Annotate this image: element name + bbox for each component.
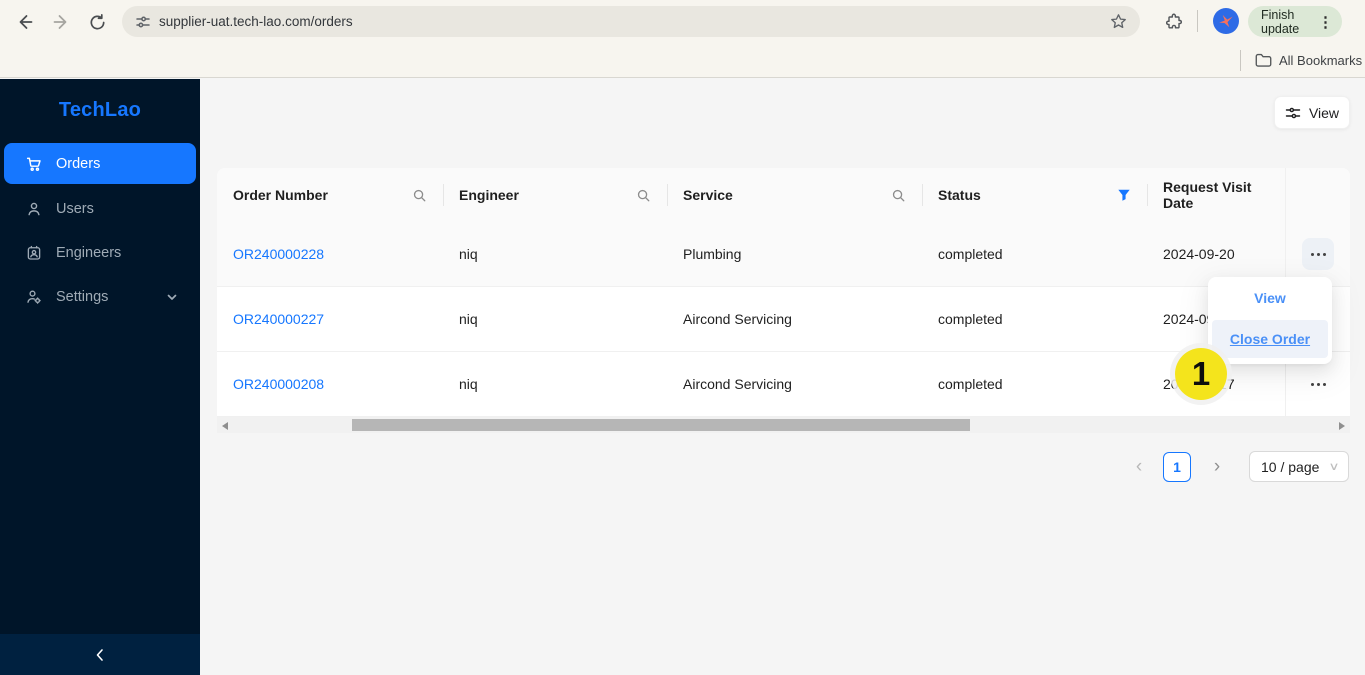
browser-back-button[interactable]: [12, 10, 36, 34]
header-separator: [922, 184, 923, 206]
annotation-badge-number: 1: [1191, 355, 1211, 392]
sidebar-item-orders[interactable]: Orders: [4, 143, 196, 184]
search-icon[interactable]: [636, 188, 651, 203]
dropdown-item-view[interactable]: View: [1212, 282, 1328, 314]
ellipsis-icon: [1310, 382, 1314, 386]
finish-update-label: Finish update: [1261, 7, 1300, 36]
bookmarks-separator: [1240, 50, 1241, 71]
engineer-cell: niq: [459, 311, 478, 327]
status-cell: completed: [938, 311, 1003, 327]
reload-icon: [89, 13, 105, 30]
column-header-service[interactable]: Service: [667, 168, 922, 222]
back-arrow-icon: [19, 15, 33, 29]
table-row[interactable]: OR240000228 niq Plumbing completed 2024-…: [217, 222, 1350, 287]
sidebar-item-label: Users: [56, 200, 94, 217]
sidebar-item-engineers[interactable]: Engineers: [4, 232, 196, 273]
scrollbar-thumb[interactable]: [352, 419, 970, 431]
view-columns-button[interactable]: View: [1274, 96, 1350, 129]
column-header-actions: [1285, 168, 1350, 222]
view-button-label: View: [1308, 104, 1340, 121]
extensions-button[interactable]: [1162, 10, 1186, 34]
status-cell: completed: [938, 376, 1003, 392]
table-row[interactable]: OR240000227 niq Aircond Servicing comple…: [217, 287, 1350, 352]
forward-arrow-icon: [53, 15, 67, 29]
status-cell: completed: [938, 246, 1003, 262]
site-settings-icon[interactable]: [135, 14, 151, 30]
page-size-select[interactable]: 10 / page ∨: [1249, 451, 1349, 482]
browser-toolbar: supplier-uat.tech-lao.com/orders Finish …: [0, 0, 1365, 78]
page-size-value: 10 / page: [1261, 458, 1320, 475]
ellipsis-icon: [1310, 252, 1314, 256]
orders-table: Order Number Engineer Service Status Req…: [217, 168, 1350, 433]
service-cell: Aircond Servicing: [683, 376, 792, 392]
scroll-right-arrow-icon[interactable]: [1339, 422, 1345, 430]
id-badge-icon: [25, 244, 43, 262]
engineer-cell: niq: [459, 376, 478, 392]
user-icon: [25, 200, 43, 218]
user-gear-icon: [25, 288, 43, 306]
row-actions-button[interactable]: [1302, 368, 1334, 400]
column-header-engineer[interactable]: Engineer: [443, 168, 667, 222]
service-cell: Aircond Servicing: [683, 311, 792, 327]
annotation-badge: 1: [1175, 348, 1227, 400]
column-header-request-visit-date[interactable]: Request Visit Date: [1147, 168, 1285, 222]
column-header-status[interactable]: Status: [922, 168, 1147, 222]
app-logo[interactable]: TechLao: [0, 99, 200, 122]
main-content: View Order Number Engineer Service Statu…: [200, 79, 1365, 675]
chrome-menu-icon[interactable]: ⋮: [1318, 13, 1333, 31]
all-bookmarks-button[interactable]: All Bookmarks: [1279, 53, 1362, 68]
browser-forward-button[interactable]: [50, 10, 74, 34]
chevron-left-icon: [96, 648, 103, 661]
sidebar-item-users[interactable]: Users: [4, 188, 196, 229]
table-header-row: Order Number Engineer Service Status Req…: [217, 168, 1350, 222]
bookmark-star-icon[interactable]: [1109, 12, 1128, 36]
engineer-cell: niq: [459, 246, 478, 262]
order-number-link[interactable]: OR240000227: [233, 311, 324, 327]
horizontal-scrollbar[interactable]: [217, 417, 1350, 433]
header-separator: [1147, 184, 1148, 206]
sidebar-item-settings[interactable]: Settings: [4, 276, 196, 317]
header-separator: [667, 184, 668, 206]
url-text[interactable]: supplier-uat.tech-lao.com/orders: [159, 14, 353, 29]
puzzle-icon: [1166, 13, 1182, 29]
sliders-icon: [1285, 107, 1301, 118]
filter-icon[interactable]: [1117, 188, 1131, 202]
header-separator: [443, 184, 444, 206]
search-icon[interactable]: [891, 188, 906, 203]
pagination-next-button[interactable]: ›: [1205, 452, 1229, 482]
order-number-link[interactable]: OR240000208: [233, 376, 324, 392]
folder-icon: [1255, 53, 1272, 73]
browser-reload-button[interactable]: [85, 10, 109, 34]
profile-avatar[interactable]: [1213, 8, 1239, 34]
address-bar[interactable]: supplier-uat.tech-lao.com/orders: [122, 6, 1140, 37]
column-header-order-number[interactable]: Order Number: [217, 168, 443, 222]
pagination-prev-button[interactable]: ‹: [1127, 452, 1151, 482]
row-actions-dropdown: View Close Order: [1208, 277, 1332, 364]
bookmarks-bar: All Bookmarks: [0, 44, 1365, 78]
sidebar-item-label: Orders: [56, 155, 101, 172]
row-actions-button[interactable]: [1302, 238, 1334, 270]
pagination-page-1[interactable]: 1: [1163, 452, 1191, 482]
avatar-logo-shape: [1219, 14, 1233, 28]
cart-icon: [25, 155, 43, 173]
order-number-link[interactable]: OR240000228: [233, 246, 324, 262]
screen: supplier-uat.tech-lao.com/orders Finish …: [0, 0, 1365, 675]
sidebar-collapse-button[interactable]: [0, 634, 200, 675]
service-cell: Plumbing: [683, 246, 742, 262]
scroll-left-arrow-icon[interactable]: [222, 422, 228, 430]
select-chevron-icon: ∨: [1328, 461, 1340, 473]
sidebar-item-label: Settings: [56, 288, 109, 305]
search-icon[interactable]: [412, 188, 427, 203]
dropdown-item-close-order[interactable]: Close Order: [1212, 320, 1328, 358]
finish-update-button[interactable]: Finish update ⋮: [1248, 6, 1342, 37]
sidebar-item-label: Engineers: [56, 244, 122, 261]
sidebar: TechLao Orders Users Engineers Settings: [0, 79, 200, 675]
toolbar-separator: [1197, 10, 1198, 32]
chevron-down-icon: [166, 291, 178, 303]
